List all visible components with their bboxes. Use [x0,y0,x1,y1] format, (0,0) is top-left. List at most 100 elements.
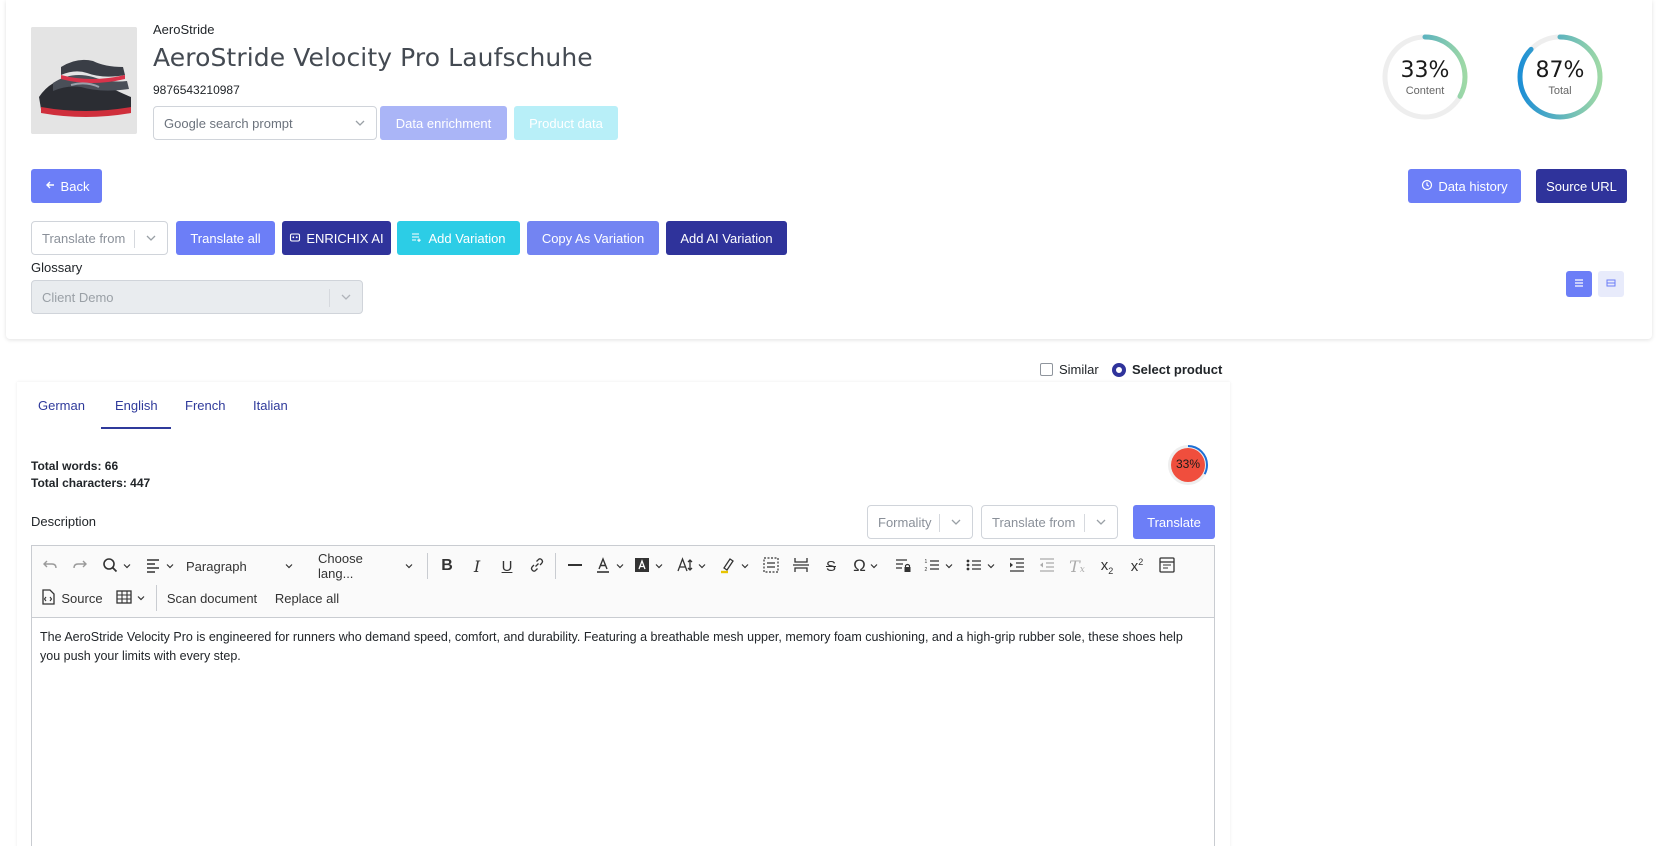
align-left-icon [144,556,162,577]
tab-italian[interactable]: Italian [253,398,288,428]
special-characters-button[interactable]: Ω [848,552,884,580]
numbered-list-icon: 12 [923,556,941,577]
formality-select[interactable]: Formality [867,505,973,539]
numbered-list-button[interactable]: 12 [920,552,956,580]
tab-german[interactable]: German [38,398,85,428]
product-brand: AeroStride [153,22,215,37]
tab-english[interactable]: English [115,398,158,428]
restricted-editing-button[interactable] [890,552,916,580]
translate-all-button[interactable]: Translate all [176,221,275,255]
toolbar-separator [156,585,157,611]
data-history-button[interactable]: Data history [1408,169,1521,203]
remove-format-icon: Tx [1069,556,1085,576]
split-view-button[interactable] [1598,271,1624,297]
split-view-icon [1605,277,1617,292]
chevron-down-icon [651,559,664,574]
editor-toolbar: Paragraph Choose lang... B I U S Ω 12 Tx… [32,546,1214,618]
scan-document-button[interactable]: Scan document [162,584,262,612]
language-select[interactable]: Choose lang... [314,551,418,581]
lock-lines-icon [894,556,912,577]
strikethrough-button[interactable]: S [818,552,844,580]
insert-table-button[interactable] [112,584,148,612]
description-translate-from-value: Translate from [992,514,1076,530]
redo-button[interactable] [68,552,92,580]
translate-from-value: Translate from [42,230,126,246]
search-prompt-select[interactable]: Google search prompt [153,106,377,140]
html-embed-button[interactable] [1154,552,1180,580]
underline-icon: U [501,557,513,575]
copy-as-variation-button[interactable]: Copy As Variation [527,221,659,255]
indent-button[interactable] [1004,552,1030,580]
paragraph-format-select[interactable]: Paragraph [182,552,298,580]
remove-format-button[interactable]: Tx [1064,552,1090,580]
content-score-gauge: 33% Content [1380,32,1470,122]
replace-all-button[interactable]: Replace all [268,584,346,612]
source-url-button[interactable]: Source URL [1536,169,1627,203]
total-score-gauge: 87% Total [1515,32,1605,122]
bold-button[interactable]: B [434,552,460,580]
font-color-icon [594,556,612,577]
outdent-icon [1038,556,1056,577]
similar-checkbox[interactable]: Similar [1040,362,1099,377]
content-gauge-value: 33% [1400,58,1450,83]
font-color-button[interactable] [592,552,626,580]
superscript-icon: x2 [1130,557,1144,575]
glossary-select[interactable]: Client Demo [31,280,363,314]
add-ai-variation-button[interactable]: Add AI Variation [666,221,787,255]
highlighter-icon [719,556,737,577]
tab-french[interactable]: French [185,398,225,428]
chevron-down-icon [983,559,996,574]
toolbar-separator [555,553,556,579]
language-select-value: Choose lang... [318,551,363,581]
link-button[interactable] [524,552,550,580]
select-product-radio[interactable]: Select product [1112,362,1222,377]
background-color-button[interactable] [630,552,666,580]
page-break-button[interactable] [788,552,814,580]
subscript-button[interactable]: x2 [1094,552,1120,580]
product-data-button[interactable]: Product data [514,106,618,140]
chevron-down-icon [940,512,972,532]
html-embed-icon [1158,556,1176,577]
chevron-down-icon [133,591,146,606]
bulleted-list-icon [965,556,983,577]
active-tab-indicator [101,427,171,429]
chevron-down-icon [344,113,376,133]
show-blocks-button[interactable] [758,552,784,580]
data-history-label: Data history [1438,178,1508,194]
find-replace-button[interactable] [98,552,134,580]
search-prompt-select-value: Google search prompt [164,115,293,131]
table-icon [115,588,133,609]
source-button[interactable]: Source [38,584,104,612]
superscript-button[interactable]: x2 [1124,552,1150,580]
total-gauge-label: Total [1548,85,1572,97]
add-variation-button[interactable]: Add Variation [397,221,520,255]
enrichix-ai-button[interactable]: ENRICHIX AI [282,221,391,255]
chevron-down-icon [135,228,167,248]
description-translate-from-select[interactable]: Translate from [981,505,1118,539]
italic-button[interactable]: I [464,552,490,580]
bulleted-list-button[interactable] [962,552,998,580]
data-enrichment-button[interactable]: Data enrichment [380,106,507,140]
highlight-button[interactable] [716,552,752,580]
glossary-label: Glossary [31,260,83,275]
background-color-icon [633,556,651,577]
back-button[interactable]: Back [31,169,102,203]
outdent-button[interactable] [1034,552,1060,580]
translate-button[interactable]: Translate [1133,505,1215,539]
translate-from-select[interactable]: Translate from [31,221,168,255]
robot-icon [289,231,301,246]
radio-selected-icon [1112,362,1126,377]
list-view-button[interactable] [1566,271,1592,297]
undo-button[interactable] [38,552,62,580]
horizontal-line-button[interactable] [562,552,588,580]
font-size-button[interactable] [672,552,710,580]
product-image [31,27,137,134]
omega-icon: Ω [853,556,866,575]
link-icon [528,556,546,577]
chevron-down-icon [866,559,879,574]
language-score-value: 33% [1175,457,1201,471]
editor-content[interactable]: The AeroStride Velocity Pro is engineere… [40,628,1200,666]
product-ean: 9876543210987 [153,83,240,97]
underline-button[interactable]: U [494,552,520,580]
align-button[interactable] [142,552,176,580]
